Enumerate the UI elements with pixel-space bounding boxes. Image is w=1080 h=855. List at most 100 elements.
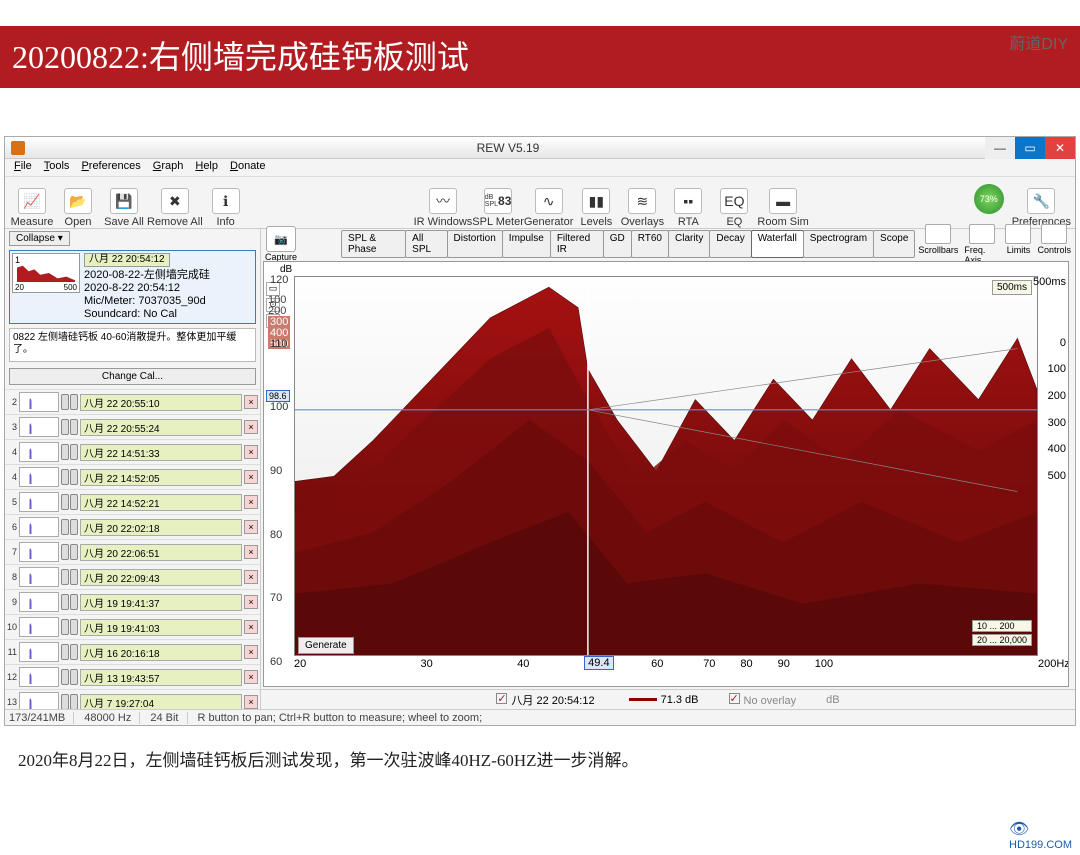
measurement-row[interactable]: 6八月 20 22:02:18×: [5, 514, 260, 539]
tab-gd[interactable]: GD: [603, 230, 632, 258]
toolbar-remove-all[interactable]: ✖Remove All: [147, 180, 203, 228]
measurement-date[interactable]: 八月 22 20:55:10: [80, 394, 242, 411]
zoom-range-badges[interactable]: 10 ... 200 20 ... 20,000: [972, 620, 1032, 646]
zoom-range[interactable]: 10 ... 200: [972, 620, 1032, 632]
tab-waterfall[interactable]: Waterfall: [751, 230, 804, 258]
minimize-button[interactable]: —: [985, 137, 1015, 159]
remove-measurement-icon[interactable]: ×: [244, 445, 258, 459]
drag-handle-icon[interactable]: [70, 669, 78, 685]
tab-rt[interactable]: RT60: [631, 230, 669, 258]
waterfall-chart[interactable]: ▭⊙↕ dB 100200300400500 12011010090807060…: [263, 261, 1069, 687]
menu-preferences[interactable]: Preferences: [76, 159, 145, 176]
tab-distortion[interactable]: Distortion: [447, 230, 503, 258]
toolbar-levels[interactable]: ▮▮Levels: [573, 180, 619, 228]
menu-help[interactable]: Help: [190, 159, 223, 176]
time-axis[interactable]: 500ms0100200300400500: [1040, 276, 1068, 656]
capture-button[interactable]: 📷: [266, 226, 296, 252]
measurement-date[interactable]: 八月 19 19:41:37: [80, 594, 242, 611]
plot-area[interactable]: [294, 276, 1038, 656]
measurement-row[interactable]: 2八月 22 20:55:10×: [5, 389, 260, 414]
zoom-range[interactable]: 20 ... 20,000: [972, 634, 1032, 646]
maximize-button[interactable]: ▭: [1015, 137, 1045, 159]
drag-handle-icon[interactable]: [61, 544, 69, 560]
measurement-date[interactable]: 八月 16 20:16:18: [80, 644, 242, 661]
tab-filteredir[interactable]: Filtered IR: [550, 230, 604, 258]
drag-handle-icon[interactable]: [70, 619, 78, 635]
collapse-button[interactable]: Collapse ▾: [9, 231, 70, 246]
menu-graph[interactable]: Graph: [148, 159, 189, 176]
remove-measurement-icon[interactable]: ×: [244, 645, 258, 659]
remove-measurement-icon[interactable]: ×: [244, 570, 258, 584]
toolbar-measure[interactable]: 📈Measure: [9, 180, 55, 228]
measurement-date[interactable]: 八月 20 22:02:18: [80, 519, 242, 536]
measurement-date[interactable]: 八月 22 20:54:12: [84, 253, 170, 267]
drag-handle-icon[interactable]: [70, 569, 78, 585]
selected-measurement[interactable]: 20 500 八月 22 20:54:12 2020-08-22-左侧墙完成硅 …: [9, 250, 256, 324]
drag-handle-icon[interactable]: [70, 444, 78, 460]
toolbar-overlays[interactable]: ≋Overlays: [619, 180, 665, 228]
measurement-note[interactable]: 0822 左侧墙硅钙板 40-60消散提升。整体更加平缓了。: [9, 328, 256, 362]
measurement-row[interactable]: 11八月 16 20:16:18×: [5, 639, 260, 664]
drag-handle-icon[interactable]: [61, 619, 69, 635]
measurement-row[interactable]: 10八月 19 19:41:03×: [5, 614, 260, 639]
toolbar-rta[interactable]: ▪▪RTA: [665, 180, 711, 228]
toolbar-preferences[interactable]: 🔧Preferences: [1012, 180, 1071, 228]
remove-measurement-icon[interactable]: ×: [244, 620, 258, 634]
tool-controls[interactable]: Controls: [1037, 224, 1071, 265]
drag-handle-icon[interactable]: [61, 469, 69, 485]
drag-handle-icon[interactable]: [61, 494, 69, 510]
menu-tools[interactable]: Tools: [39, 159, 75, 176]
measurement-date[interactable]: 八月 20 22:09:43: [80, 569, 242, 586]
toolbar-eq[interactable]: EQEQ: [711, 180, 757, 228]
drag-handle-icon[interactable]: [70, 394, 78, 410]
measurement-row[interactable]: 4八月 22 14:51:33×: [5, 439, 260, 464]
remove-measurement-icon[interactable]: ×: [244, 520, 258, 534]
remove-measurement-icon[interactable]: ×: [244, 670, 258, 684]
drag-handle-icon[interactable]: [61, 594, 69, 610]
remove-measurement-icon[interactable]: ×: [244, 545, 258, 559]
drag-handle-icon[interactable]: [61, 569, 69, 585]
remove-measurement-icon[interactable]: ×: [244, 395, 258, 409]
tool-scrollbars[interactable]: Scrollbars: [918, 224, 958, 265]
legend-checkbox[interactable]: [496, 693, 507, 704]
drag-handle-icon[interactable]: [70, 419, 78, 435]
measurement-row[interactable]: 8八月 20 22:09:43×: [5, 564, 260, 589]
measurement-date[interactable]: 八月 22 20:55:24: [80, 419, 242, 436]
drag-handle-icon[interactable]: [70, 644, 78, 660]
measurement-date[interactable]: 八月 20 22:06:51: [80, 544, 242, 561]
toolbar-generator[interactable]: ∿Generator: [524, 180, 574, 228]
toolbar-save-all[interactable]: 💾Save All: [101, 180, 147, 228]
measurement-date[interactable]: 八月 22 14:51:33: [80, 444, 242, 461]
toolbar-ir-windows[interactable]: 〰IR Windows: [414, 180, 473, 228]
drag-handle-icon[interactable]: [61, 644, 69, 660]
remove-measurement-icon[interactable]: ×: [244, 595, 258, 609]
tab-decay[interactable]: Decay: [709, 230, 751, 258]
drag-handle-icon[interactable]: [61, 394, 69, 410]
remove-measurement-icon[interactable]: ×: [244, 495, 258, 509]
drag-handle-icon[interactable]: [61, 444, 69, 460]
menu-donate[interactable]: Donate: [225, 159, 270, 176]
measurement-row[interactable]: 5八月 22 14:52:21×: [5, 489, 260, 514]
drag-handle-icon[interactable]: [70, 494, 78, 510]
measurement-row[interactable]: 12八月 13 19:43:57×: [5, 664, 260, 689]
menu-file[interactable]: File: [9, 159, 37, 176]
measurement-date[interactable]: 八月 22 14:52:05: [80, 469, 242, 486]
drag-handle-icon[interactable]: [61, 669, 69, 685]
toolbar-room-sim[interactable]: ▬Room Sim: [757, 180, 808, 228]
tab-clarity[interactable]: Clarity: [668, 230, 710, 258]
drag-handle-icon[interactable]: [70, 544, 78, 560]
measurement-date[interactable]: 八月 13 19:43:57: [80, 669, 242, 686]
measurement-row[interactable]: 9八月 19 19:41:37×: [5, 589, 260, 614]
measurement-row[interactable]: 13八月 7 19:27:04×: [5, 689, 260, 709]
close-button[interactable]: ✕: [1045, 137, 1075, 159]
tab-scope[interactable]: Scope: [873, 230, 915, 258]
toolbar-info[interactable]: ℹInfo: [203, 180, 249, 228]
remove-measurement-icon[interactable]: ×: [244, 470, 258, 484]
generate-button[interactable]: Generate: [298, 637, 354, 654]
measurement-row[interactable]: 3八月 22 20:55:24×: [5, 414, 260, 439]
drag-handle-icon[interactable]: [61, 419, 69, 435]
measurement-row[interactable]: 7八月 20 22:06:51×: [5, 539, 260, 564]
tool-freqaxis[interactable]: Freq. Axis: [964, 224, 999, 265]
tab-allspl[interactable]: All SPL: [405, 230, 447, 258]
toolbar-spl-meter[interactable]: dB SPL83SPL Meter: [472, 180, 524, 228]
